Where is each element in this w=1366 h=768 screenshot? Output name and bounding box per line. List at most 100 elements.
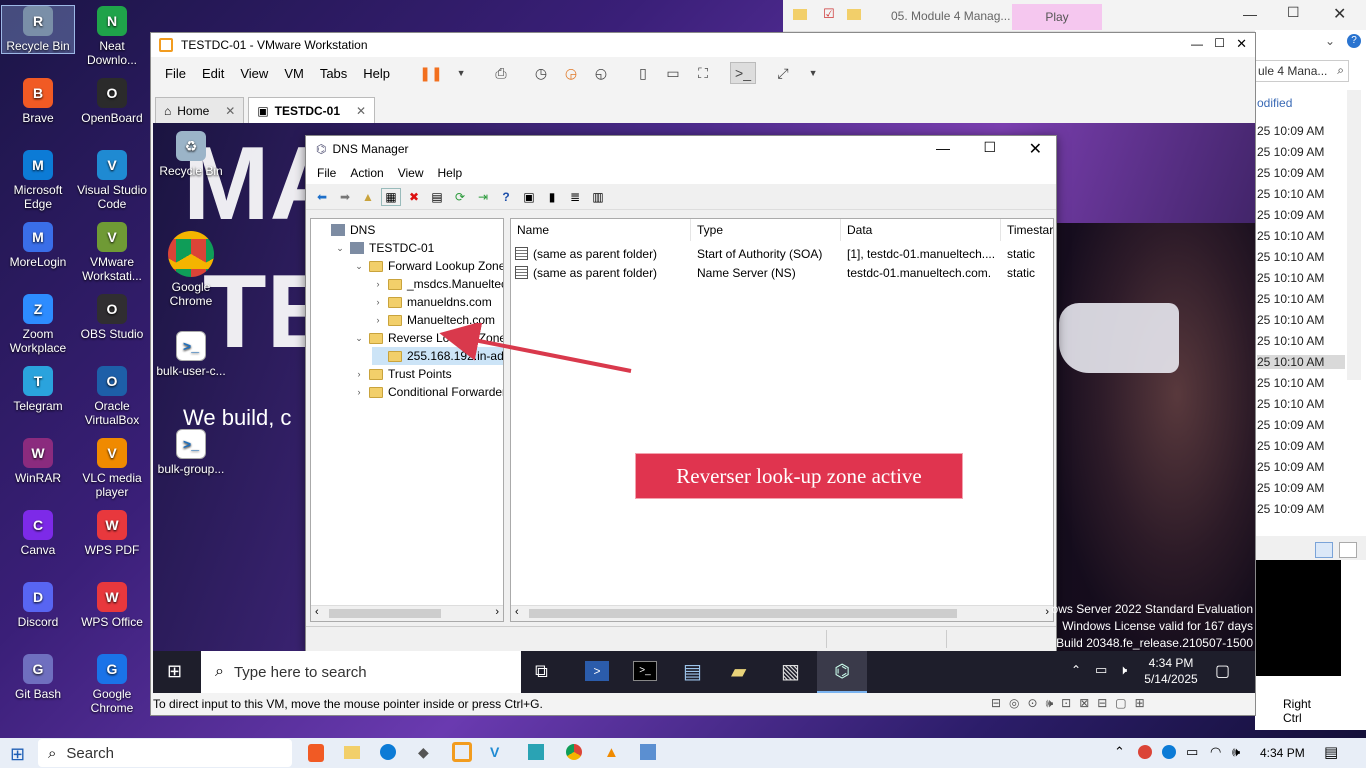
desktop-icon-morelogin[interactable]: M MoreLogin bbox=[2, 222, 74, 269]
expand-down-icon[interactable]: ⌄ bbox=[353, 261, 365, 272]
tree-hscroll[interactable]: ‹ › bbox=[311, 605, 503, 621]
maximize-icon[interactable]: ☐ bbox=[1287, 4, 1300, 21]
app-taskbar-icon[interactable]: ◆ bbox=[418, 744, 429, 761]
desktop-icon-vmware[interactable]: V VMware Workstati... bbox=[76, 222, 148, 283]
ad-users-icon[interactable]: ▰ bbox=[731, 659, 746, 684]
forward-icon[interactable]: ➡ bbox=[335, 188, 355, 206]
expand-right-icon[interactable]: › bbox=[372, 297, 384, 307]
properties-icon[interactable]: ▤ bbox=[427, 188, 447, 206]
network-icon[interactable]: ▭ bbox=[1095, 662, 1107, 678]
snip-taskbar-icon[interactable] bbox=[640, 744, 656, 760]
guest-icon-bulk-user[interactable]: >_ bulk-user-c... bbox=[155, 331, 227, 378]
tree-node[interactable]: ⌄ TESTDC-01 bbox=[334, 239, 434, 257]
list-hscroll[interactable]: ‹ › bbox=[511, 605, 1053, 621]
edge-taskbar-icon[interactable] bbox=[380, 744, 396, 760]
tab-home[interactable]: ⌂ Home ✕ bbox=[155, 97, 245, 123]
desktop-icon-vscode[interactable]: V Visual Studio Code bbox=[76, 150, 148, 211]
expand-right-icon[interactable]: › bbox=[372, 315, 384, 325]
refresh-icon[interactable]: ⟳ bbox=[450, 188, 470, 206]
console-view-icon[interactable]: ▣ bbox=[519, 188, 539, 206]
windows-start-icon[interactable]: ⊞ bbox=[167, 661, 182, 682]
dns-menu-file[interactable]: File bbox=[310, 166, 343, 180]
desktop-icon-chrome[interactable]: G Google Chrome bbox=[76, 654, 148, 715]
console-icon[interactable]: >_ bbox=[730, 62, 757, 84]
sidebar-icon[interactable]: ▯ bbox=[630, 62, 656, 84]
minimize-icon[interactable]: — bbox=[1243, 6, 1257, 22]
volume-icon[interactable]: 🕪 bbox=[1232, 744, 1240, 760]
chrome-taskbar-icon[interactable] bbox=[566, 744, 582, 760]
tray-chevron-icon[interactable]: ⌃ bbox=[1071, 663, 1081, 677]
export-icon[interactable]: ⇥ bbox=[473, 188, 493, 206]
close-icon[interactable]: ✕ bbox=[356, 104, 366, 118]
desktop-icon-recycle-bin[interactable]: R Recycle Bin bbox=[1, 5, 75, 54]
guest-icon-recycle-bin[interactable]: ♻ Recycle Bin bbox=[155, 131, 227, 178]
minimize-icon[interactable]: — bbox=[936, 140, 950, 156]
desktop-icon-brave[interactable]: B Brave bbox=[2, 78, 74, 125]
tray-app-icon[interactable] bbox=[1162, 745, 1176, 759]
revert-snapshot-icon[interactable]: ◶ bbox=[558, 62, 584, 84]
wifi-icon[interactable]: ◠ bbox=[1210, 744, 1221, 760]
chevron-down-icon[interactable]: ⌄ bbox=[1325, 34, 1335, 48]
dns-menu-help[interactable]: Help bbox=[431, 166, 470, 180]
desktop-icon-canva[interactable]: C Canva bbox=[2, 510, 74, 557]
details-view-icon[interactable] bbox=[1315, 542, 1333, 558]
snapshot-icon[interactable]: ◷ bbox=[528, 62, 554, 84]
desktop-icon-obs[interactable]: O OBS Studio bbox=[76, 294, 148, 341]
expand-right-icon[interactable]: › bbox=[353, 369, 365, 379]
tree-node[interactable]: ⌄ Forward Lookup Zones bbox=[353, 257, 503, 275]
list-icon[interactable]: ≣ bbox=[565, 188, 585, 206]
column-data[interactable]: Data bbox=[841, 219, 1001, 241]
up-folder-icon[interactable]: ▲ bbox=[358, 188, 378, 206]
menu-tabs[interactable]: Tabs bbox=[312, 66, 355, 81]
pause-icon[interactable]: ❚❚ bbox=[418, 62, 444, 84]
server-icon[interactable]: ▮ bbox=[542, 188, 562, 206]
menu-edit[interactable]: Edit bbox=[194, 66, 232, 81]
stretch-icon[interactable]: ⤢ bbox=[770, 62, 796, 84]
thumbnail-icon[interactable]: ▭ bbox=[660, 62, 686, 84]
snapshot-manager-icon[interactable]: ◵ bbox=[588, 62, 614, 84]
back-icon[interactable]: ⬅ bbox=[312, 188, 332, 206]
menu-help[interactable]: Help bbox=[355, 66, 398, 81]
help-icon[interactable]: ? bbox=[496, 188, 516, 206]
desktop-icon-zoom[interactable]: Z Zoom Workplace bbox=[2, 294, 74, 355]
desktop-icon-edge[interactable]: M Microsoft Edge bbox=[2, 150, 74, 211]
notifications-icon[interactable]: ▢ bbox=[1215, 661, 1230, 681]
fullscreen-icon[interactable]: ⛶ bbox=[690, 62, 716, 84]
menu-file[interactable]: File bbox=[157, 66, 194, 81]
tray-app-icon[interactable] bbox=[1138, 745, 1152, 759]
maximize-icon[interactable]: ☐ bbox=[1214, 36, 1225, 50]
guest-search-box[interactable]: ⌕ Type here to search bbox=[201, 651, 521, 693]
tree-node[interactable]: DNS bbox=[315, 221, 375, 239]
tree-node[interactable]: › _msdcs.Manueltech.c bbox=[372, 275, 504, 293]
scroll-right-icon[interactable]: › bbox=[495, 606, 499, 618]
menu-vm[interactable]: VM bbox=[276, 66, 312, 81]
scroll-thumb[interactable] bbox=[329, 609, 441, 618]
desktop-icon-discord[interactable]: D Discord bbox=[2, 582, 74, 629]
show-tree-icon[interactable]: ▦ bbox=[381, 187, 401, 206]
desktop-icon-winrar[interactable]: W WinRAR bbox=[2, 438, 74, 485]
calc-taskbar-icon[interactable] bbox=[528, 744, 544, 760]
dns-menu-action[interactable]: Action bbox=[343, 166, 390, 180]
explorer-vscroll[interactable] bbox=[1347, 90, 1361, 380]
desktop-icon-telegram[interactable]: T Telegram bbox=[2, 366, 74, 413]
record-name-cell[interactable]: (same as parent folder) bbox=[515, 263, 691, 282]
server-manager-icon[interactable]: ▤ bbox=[683, 659, 702, 684]
desktop-icon-wps-office[interactable]: W WPS Office bbox=[76, 582, 148, 629]
play-button[interactable]: Play bbox=[1012, 4, 1102, 30]
vmware-taskbar-icon[interactable] bbox=[452, 742, 472, 762]
close-icon[interactable]: ✕ bbox=[1029, 139, 1042, 159]
desktop-icon-virtualbox[interactable]: O Oracle VirtualBox bbox=[76, 366, 148, 427]
dns-menu-view[interactable]: View bbox=[391, 166, 431, 180]
expand-down-icon[interactable]: ⌄ bbox=[353, 333, 365, 344]
menu-view[interactable]: View bbox=[232, 66, 276, 81]
tab-testdc[interactable]: ▣ TESTDC-01 ✕ bbox=[248, 97, 376, 123]
guest-screen[interactable]: MA TE We build, c ♻ Recycle Bin Google C… bbox=[153, 123, 1255, 693]
records-icon[interactable]: ▥ bbox=[588, 188, 608, 206]
dns-taskbar-icon[interactable]: ⌬ bbox=[817, 651, 867, 693]
chevron-down-icon[interactable]: ▼ bbox=[800, 62, 826, 84]
maximize-icon[interactable]: ☐ bbox=[983, 139, 996, 156]
scroll-left-icon[interactable]: ‹ bbox=[515, 606, 519, 618]
expand-down-icon[interactable]: ⌄ bbox=[334, 243, 346, 254]
column-type[interactable]: Type bbox=[691, 219, 841, 241]
desktop-icon-git-bash[interactable]: G Git Bash bbox=[2, 654, 74, 701]
